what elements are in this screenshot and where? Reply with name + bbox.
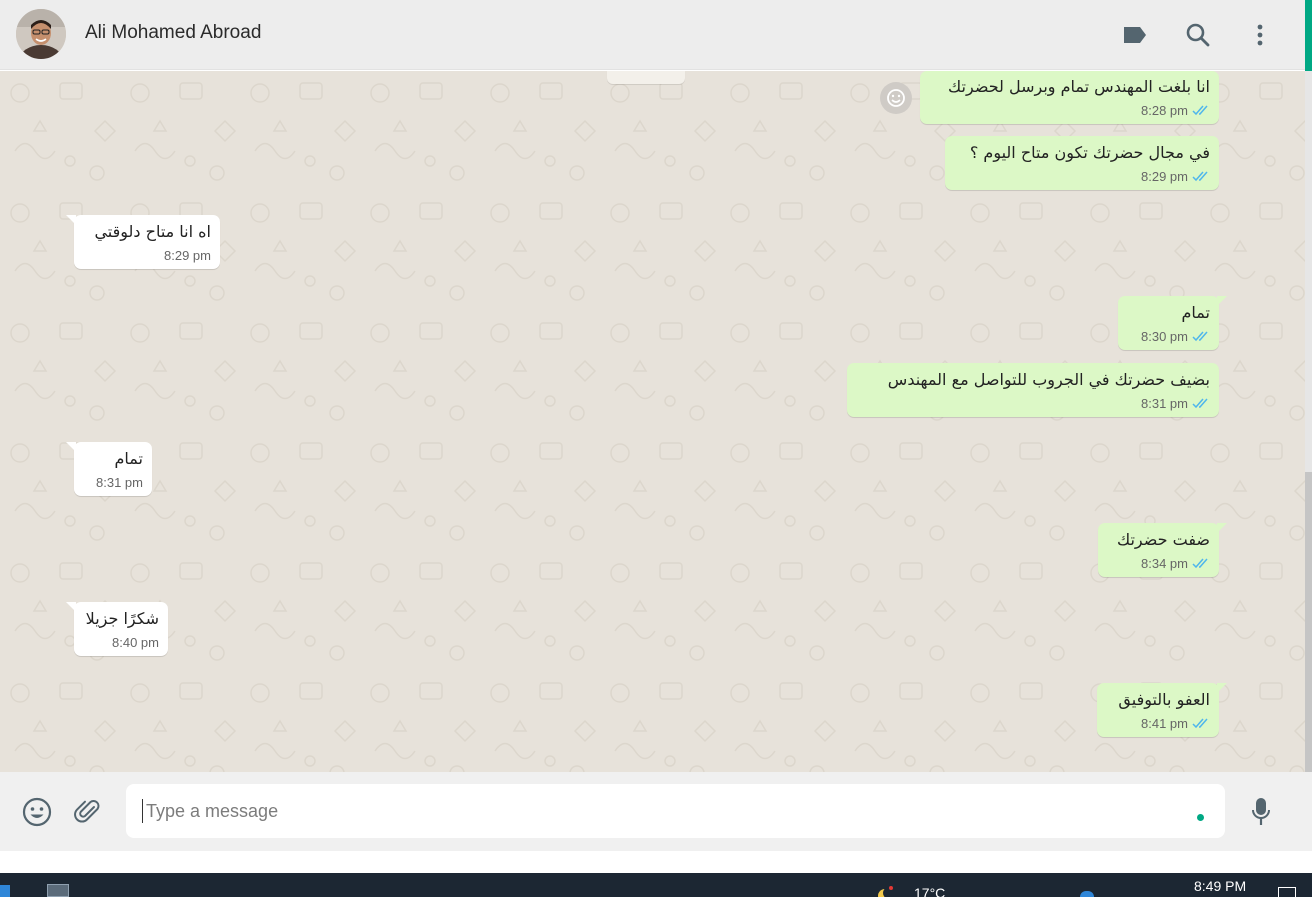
message-text: تمام (1181, 303, 1210, 322)
bubble-tail (1217, 296, 1227, 306)
message-meta: 8:30 pm (1127, 328, 1210, 344)
contact-avatar[interactable] (16, 9, 66, 59)
text-caret (142, 799, 143, 823)
message-bubble-outgoing[interactable]: العفو بالتوفيق 8:41 pm (1097, 683, 1227, 737)
message-time: 8:30 pm (1141, 328, 1188, 344)
calculator-icon[interactable] (47, 884, 69, 897)
message-text: انا بلغت المهندس تمام وبرسل لحضرتك (948, 77, 1210, 96)
message-time: 8:29 pm (164, 247, 211, 263)
message-meta: 8:28 pm (929, 102, 1210, 118)
weather-icon[interactable] (874, 885, 895, 897)
read-ticks-icon (1192, 105, 1208, 115)
message-composer (0, 772, 1312, 851)
attach-icon[interactable] (72, 796, 104, 828)
message-meta: 8:34 pm (1107, 555, 1210, 571)
contact-name[interactable]: Ali Mohamed Abroad (85, 22, 261, 44)
message-time: 8:29 pm (1141, 168, 1188, 184)
scrollbar-thumb[interactable] (1305, 472, 1312, 772)
start-icon[interactable] (0, 885, 10, 897)
message-bubble-outgoing[interactable]: انا بلغت المهندس تمام وبرسل لحضرتك 8:28 … (920, 71, 1219, 124)
message-text: تمام (114, 449, 143, 468)
weather-temperature[interactable]: 17°C (914, 885, 945, 897)
message-bubble-outgoing[interactable]: تمام 8:30 pm (1118, 296, 1227, 350)
label-icon[interactable] (1121, 21, 1149, 49)
bubble-tail (1217, 683, 1227, 693)
message-text: بضيف حضرتك في الجروب للتواصل مع المهندس (887, 370, 1210, 389)
message-time: 8:31 pm (96, 474, 143, 490)
os-taskbar: 17°C 8:49 PM (0, 873, 1312, 897)
message-meta: 8:31 pm (856, 395, 1210, 411)
emoji-reaction-button[interactable] (880, 82, 912, 114)
message-time: 8:28 pm (1141, 102, 1188, 118)
read-ticks-icon (1192, 558, 1208, 568)
emoji-icon[interactable] (21, 796, 53, 828)
message-bubble-outgoing[interactable]: بضيف حضرتك في الجروب للتواصل مع المهندس … (847, 363, 1219, 417)
onedrive-icon[interactable] (1080, 891, 1094, 897)
bubble-tail (1217, 523, 1227, 533)
message-meta: 8:31 pm (83, 474, 143, 490)
message-bubble-outgoing[interactable]: ضفت حضرتك 8:34 pm (1098, 523, 1227, 577)
message-meta: 8:41 pm (1106, 715, 1210, 731)
message-text: العفو بالتوفيق (1118, 690, 1210, 709)
message-bubble-incoming[interactable]: اه انا متاح دلوقتي 8:29 pm (66, 215, 220, 269)
notifications-icon[interactable] (1278, 887, 1296, 897)
read-ticks-icon (1192, 331, 1208, 341)
message-text: شكرًا جزيلا (85, 609, 159, 628)
message-input[interactable] (126, 784, 1225, 838)
message-time: 8:40 pm (112, 634, 159, 650)
message-bubble-outgoing[interactable]: في مجال حضرتك تكون متاح اليوم ؟ 8:29 pm (945, 136, 1219, 190)
message-bubble-incoming[interactable]: شكرًا جزيلا 8:40 pm (66, 602, 168, 656)
message-meta: 8:29 pm (83, 247, 211, 263)
message-meta: 8:40 pm (83, 634, 159, 650)
bubble-tail (66, 442, 76, 452)
message-text: في مجال حضرتك تكون متاح اليوم ؟ (969, 143, 1210, 162)
read-ticks-icon (1192, 718, 1208, 728)
taskbar-clock[interactable]: 8:49 PM (1194, 878, 1246, 894)
chat-header: Ali Mohamed Abroad (0, 0, 1312, 70)
window-bottom-edge (0, 851, 1312, 873)
message-text: اه انا متاح دلوقتي (94, 222, 211, 241)
date-divider (607, 71, 685, 84)
message-time: 8:41 pm (1141, 715, 1188, 731)
bubble-tail (66, 215, 76, 225)
more-vertical-icon[interactable] (1246, 21, 1274, 49)
bubble-tail (66, 602, 76, 612)
message-text: ضفت حضرتك (1116, 530, 1210, 549)
status-dot (1197, 814, 1204, 821)
search-icon[interactable] (1184, 21, 1212, 49)
message-bubble-incoming[interactable]: تمام 8:31 pm (66, 442, 152, 496)
read-ticks-icon (1192, 398, 1208, 408)
message-time: 8:31 pm (1141, 395, 1188, 411)
read-ticks-icon (1192, 171, 1208, 181)
message-time: 8:34 pm (1141, 555, 1188, 571)
microphone-icon[interactable] (1247, 796, 1275, 828)
message-meta: 8:29 pm (954, 168, 1210, 184)
